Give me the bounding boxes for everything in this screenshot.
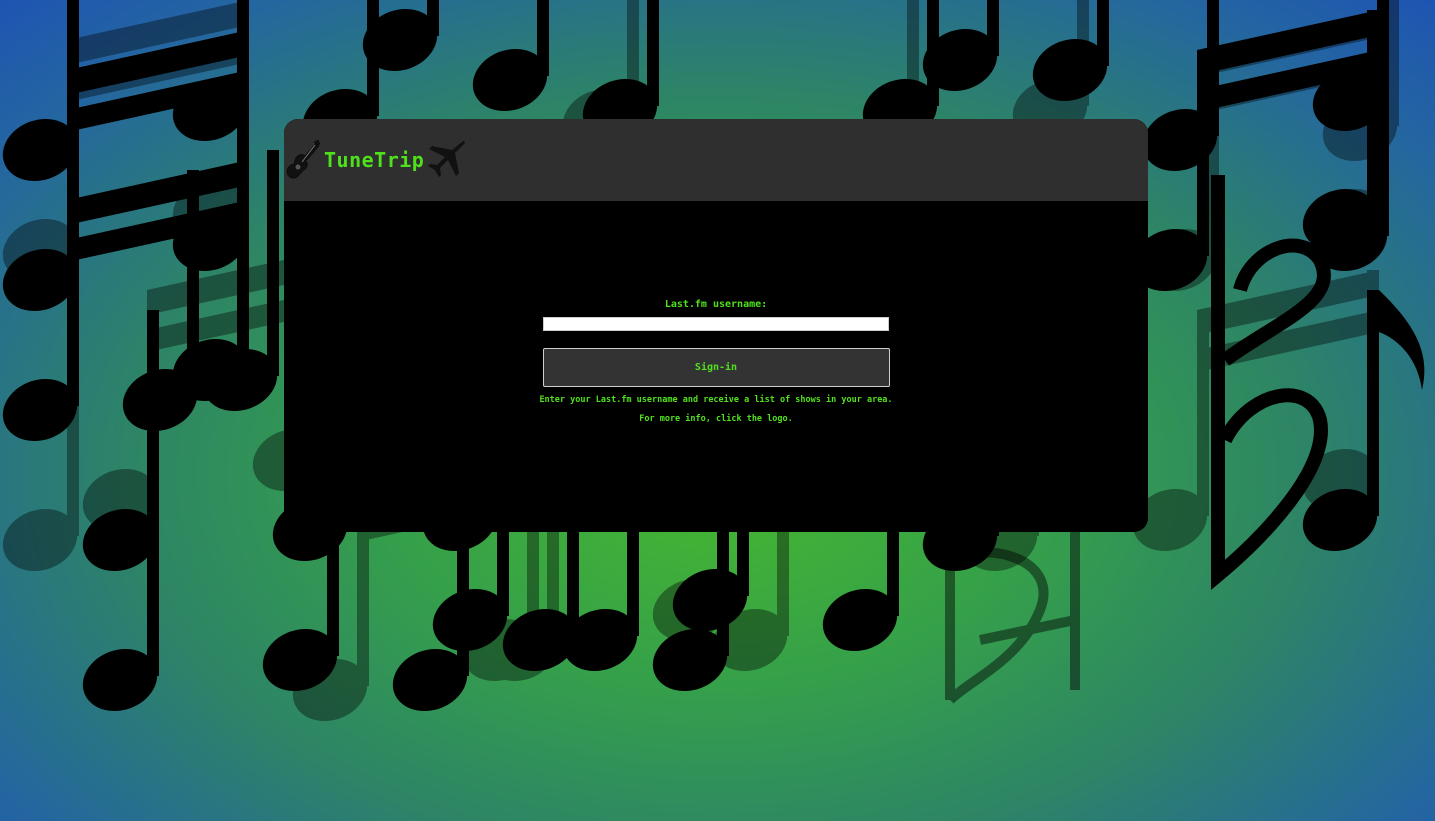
app-window: TuneTrip Last.fm username: Sign-in Enter… [284, 119, 1148, 532]
app-header: TuneTrip [284, 119, 1148, 201]
airplane-icon [428, 141, 466, 177]
username-label: Last.fm username: [664, 299, 768, 310]
more-info-text: For more info, click the logo. [639, 414, 793, 424]
signin-form: Last.fm username: Sign-in Enter your Las… [284, 299, 1148, 424]
sign-in-button[interactable]: Sign-in [542, 348, 890, 387]
guitar-icon [286, 140, 320, 179]
username-input[interactable] [543, 317, 889, 331]
help-text: Enter your Last.fm username and receive … [539, 395, 893, 405]
brand-name: TuneTrip [324, 148, 425, 172]
logo-link[interactable]: TuneTrip [286, 140, 466, 180]
